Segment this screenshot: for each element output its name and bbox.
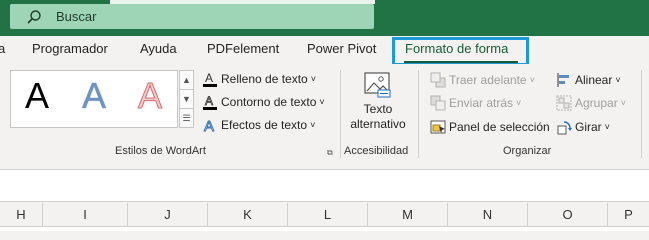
column-header-i[interactable]: I xyxy=(43,203,128,227)
search-label: Buscar xyxy=(56,9,97,24)
text-fill-label: Relleno de texto xyxy=(221,72,308,86)
tab-pdfelement[interactable]: PDFelement xyxy=(207,41,279,56)
dialog-launcher-icon[interactable]: ⧉ xyxy=(327,148,337,158)
ribbon-bottom-strip xyxy=(0,160,649,170)
group-icon xyxy=(556,95,572,111)
chevron-down-icon: ˅ xyxy=(620,98,626,108)
text-outline-icon: A xyxy=(202,94,218,110)
text-fill-button[interactable]: A Relleno de texto ˅ xyxy=(202,71,316,87)
chevron-down-icon: ˅ xyxy=(319,97,325,107)
ribbon-tabs: a Programador Ayuda PDFelement Power Piv… xyxy=(0,36,649,64)
chevron-down-icon: ˅ xyxy=(310,120,316,130)
bring-forward-icon xyxy=(430,72,446,88)
align-button[interactable]: Alinear ˅ xyxy=(556,72,621,88)
rotate-label: Girar xyxy=(575,120,602,134)
send-backward-icon xyxy=(430,95,446,111)
svg-text:A: A xyxy=(204,118,214,133)
chevron-down-icon: ˅ xyxy=(516,98,522,108)
wordart-sample-black[interactable]: A xyxy=(25,75,49,117)
title-bar: Buscar xyxy=(0,0,649,36)
gallery-more-icon[interactable]: ☰ xyxy=(180,109,193,128)
text-fill-icon: A xyxy=(202,71,218,87)
tab-power-pivot[interactable]: Power Pivot xyxy=(307,41,376,56)
column-header-j[interactable]: J xyxy=(128,203,208,227)
bring-forward-button[interactable]: Traer adelante ˅ xyxy=(430,72,535,88)
group-separator xyxy=(340,70,341,158)
chevron-down-icon: ˅ xyxy=(615,75,621,85)
selection-pane-label: Panel de selección xyxy=(449,120,550,134)
wordart-sample-blue[interactable]: A xyxy=(82,75,106,117)
alt-text-icon xyxy=(364,72,392,98)
text-outline-button[interactable]: A Contorno de texto ˅ xyxy=(202,94,325,110)
grid-cells[interactable] xyxy=(0,227,649,231)
gallery-down-icon[interactable]: ▼ xyxy=(180,90,193,109)
column-header-n[interactable]: N xyxy=(448,203,528,227)
alt-text-label-line1: Texto xyxy=(363,102,393,116)
send-backward-label: Enviar atrás xyxy=(449,96,514,110)
chevron-down-icon: ˅ xyxy=(604,122,610,132)
column-header-p[interactable]: P xyxy=(608,203,649,227)
column-header-k[interactable]: K xyxy=(208,203,288,227)
rotate-button[interactable]: Girar ˅ xyxy=(556,119,610,135)
wordart-gallery[interactable]: A A A xyxy=(10,70,178,128)
tab-ayuda[interactable]: Ayuda xyxy=(140,41,177,56)
bring-forward-label: Traer adelante xyxy=(449,73,527,87)
text-effects-button[interactable]: A Efectos de texto ˅ xyxy=(202,117,316,136)
search-icon xyxy=(26,9,42,25)
accessibility-group-label: Accesibilidad xyxy=(344,145,409,157)
arrange-group-label: Organizar xyxy=(503,145,552,157)
column-headers: H I J K L M N O P xyxy=(0,203,649,227)
column-header-h[interactable]: H xyxy=(0,203,43,227)
formula-bar-area[interactable] xyxy=(0,170,649,202)
selection-pane-icon xyxy=(430,119,446,135)
group-label: Agrupar xyxy=(575,96,618,110)
tab-partial[interactable]: a xyxy=(0,41,5,56)
column-header-o[interactable]: O xyxy=(528,203,608,227)
wordart-sample-red[interactable]: A xyxy=(137,75,162,117)
chevron-down-icon: ˅ xyxy=(310,74,316,84)
group-button[interactable]: Agrupar ˅ xyxy=(556,95,626,111)
alt-text-label-line2: alternativo xyxy=(350,117,406,131)
text-outline-label: Contorno de texto xyxy=(221,95,317,109)
group-separator xyxy=(641,70,642,158)
wordart-group-label: Estilos de WordArt xyxy=(115,145,206,157)
rotate-icon xyxy=(556,119,572,135)
tab-programador[interactable]: Programador xyxy=(32,41,108,56)
svg-text:A: A xyxy=(205,94,213,108)
gallery-up-icon[interactable]: ▲ xyxy=(180,71,193,90)
selection-pane-button[interactable]: Panel de selección xyxy=(430,119,550,135)
text-effects-icon: A xyxy=(202,117,218,136)
text-effects-label: Efectos de texto xyxy=(221,118,308,132)
alt-text-button[interactable]: Texto alternativo xyxy=(347,72,409,132)
chevron-down-icon: ˅ xyxy=(529,75,535,85)
column-header-m[interactable]: M xyxy=(368,203,448,227)
column-header-l[interactable]: L xyxy=(288,203,368,227)
tab-highlight-box xyxy=(392,37,529,66)
search-box[interactable]: Buscar xyxy=(10,4,374,29)
align-label: Alinear xyxy=(575,73,613,87)
ribbon: A A A ▲ ▼ ☰ A Relleno de texto ˅ A Conto… xyxy=(0,64,649,160)
align-icon xyxy=(556,72,572,88)
group-separator xyxy=(418,70,419,158)
gallery-scrollbar[interactable]: ▲ ▼ ☰ xyxy=(179,70,194,128)
svg-text:A: A xyxy=(205,71,213,85)
send-backward-button[interactable]: Enviar atrás ˅ xyxy=(430,95,521,111)
